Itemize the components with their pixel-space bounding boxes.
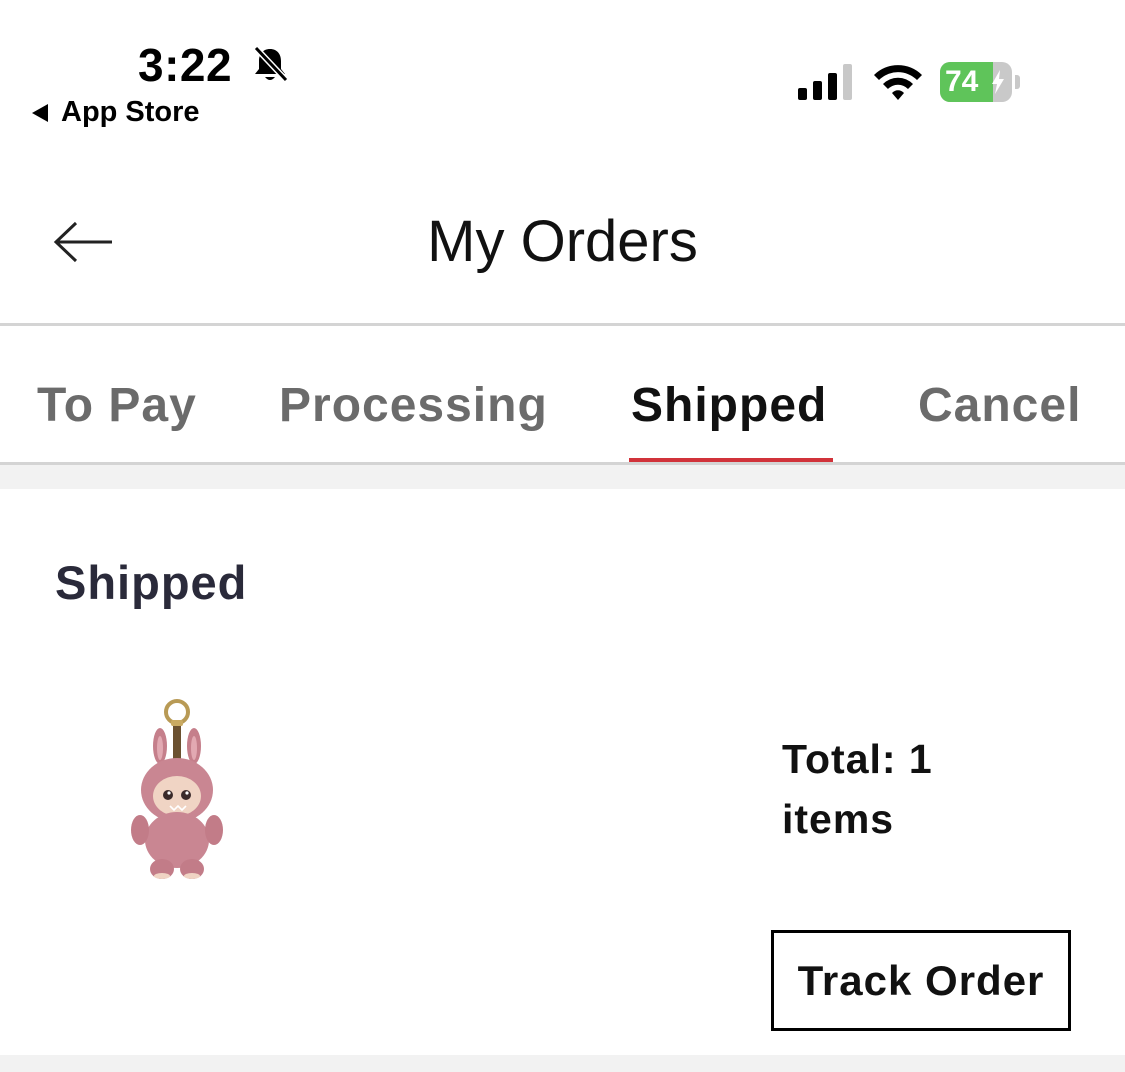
wifi-icon (874, 65, 922, 100)
tab-to-pay[interactable]: To Pay (37, 378, 197, 433)
header: My Orders (0, 170, 1125, 320)
status-bar: 3:22 App Store 74 (0, 0, 1125, 140)
charging-bolt-icon (992, 70, 1004, 94)
tab-cancel[interactable]: Cancel (918, 378, 1081, 433)
bell-slash-icon (253, 45, 289, 83)
battery-icon: 74 (940, 62, 1022, 102)
screen: 3:22 App Store 74 My Orders To Pay Proce… (0, 0, 1125, 1072)
status-time: 3:22 (138, 39, 233, 91)
order-status: Shipped (55, 556, 248, 609)
battery-percent: 74 (945, 65, 979, 98)
back-to-app-store[interactable]: App Store (32, 96, 200, 129)
page-title: My Orders (427, 209, 698, 274)
track-order-button[interactable]: Track Order (771, 930, 1071, 1031)
back-app-label: App Store (61, 96, 200, 128)
order-card: Shipped Total: 1 items Track Order (0, 489, 1125, 1055)
battery-cap (1015, 75, 1020, 89)
tab-shipped[interactable]: Shipped (631, 378, 827, 433)
order-total: Total: 1 items (782, 736, 933, 842)
back-triangle-icon (32, 103, 48, 122)
bottom-spacer (0, 1055, 1125, 1072)
order-tabs: To Pay Processing Shipped Cancel (0, 326, 1125, 464)
tab-processing[interactable]: Processing (279, 378, 548, 433)
product-image[interactable] (120, 694, 230, 884)
signal-icon (798, 64, 852, 100)
section-spacer (0, 465, 1125, 489)
